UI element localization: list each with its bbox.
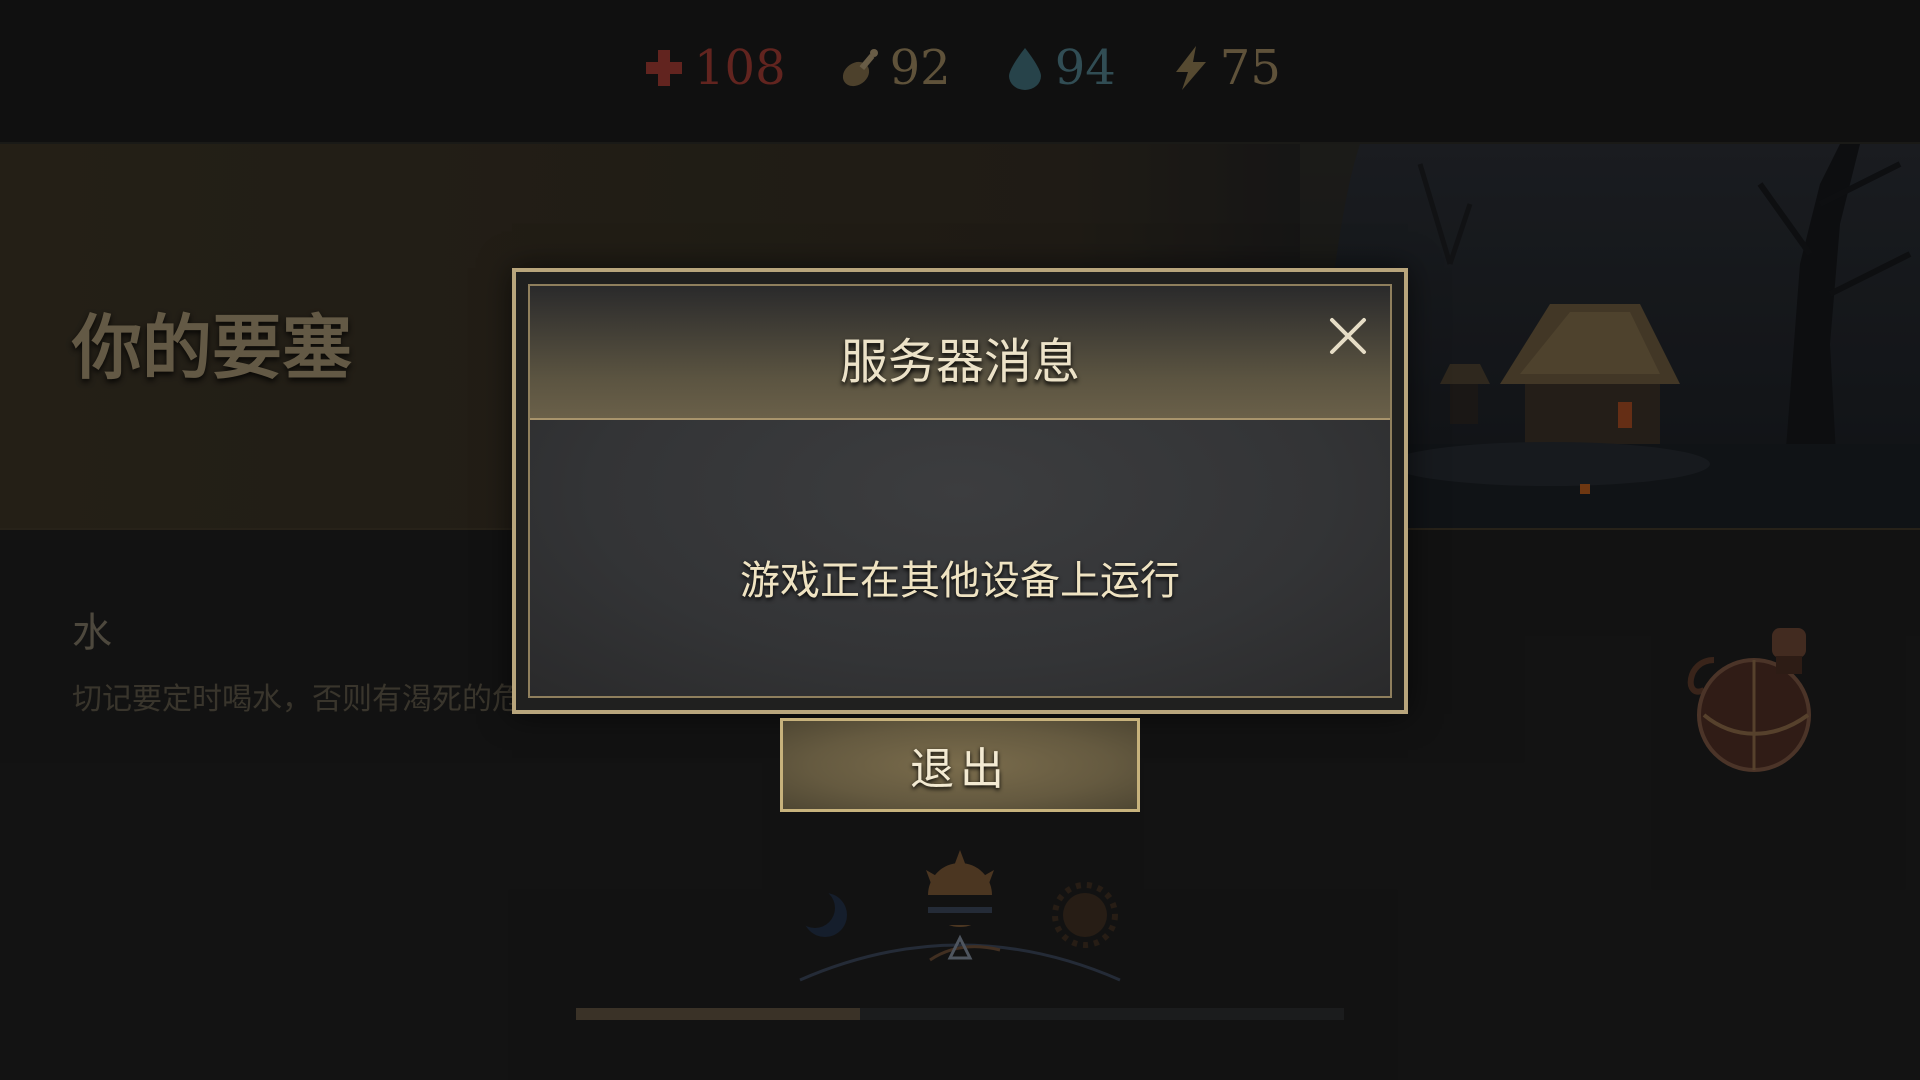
dialog-panel: 服务器消息 游戏正在其他设备上运行 (528, 284, 1392, 698)
server-message-dialog: 服务器消息 游戏正在其他设备上运行 (512, 268, 1408, 714)
dialog-header: 服务器消息 (530, 286, 1390, 420)
dialog-message: 游戏正在其他设备上运行 (740, 558, 1180, 604)
exit-button-label: 退出 (910, 744, 1010, 795)
dialog-title: 服务器消息 (839, 334, 1080, 390)
exit-button[interactable]: 退出 (780, 718, 1140, 812)
close-icon[interactable] (1322, 310, 1374, 362)
